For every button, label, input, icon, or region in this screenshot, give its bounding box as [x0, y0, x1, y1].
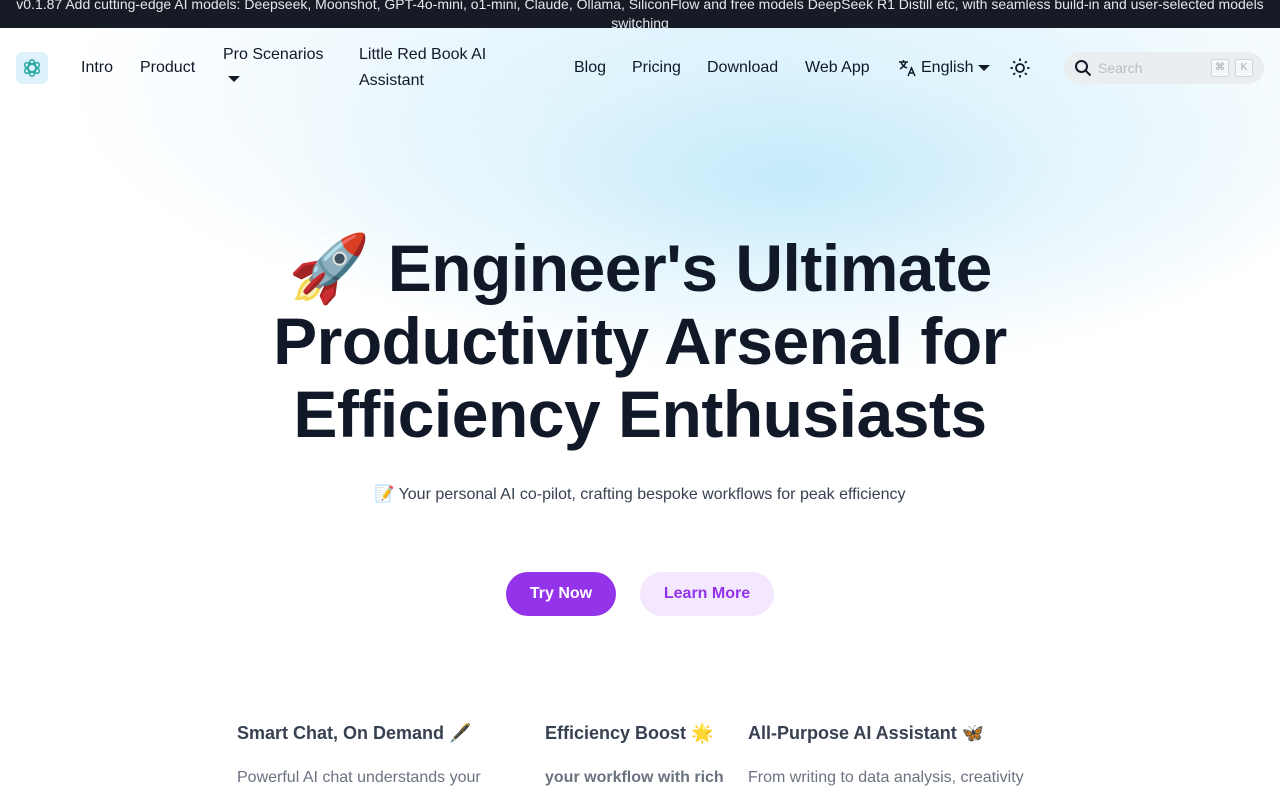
nav-pricing[interactable]: Pricing — [632, 55, 681, 81]
learn-more-button[interactable]: Learn More — [640, 572, 774, 616]
language-selector[interactable]: English — [897, 55, 991, 81]
feature-title: Efficiency Boost 🌟 — [545, 720, 735, 746]
openai-logo-icon — [23, 59, 41, 77]
search-icon — [1075, 60, 1092, 77]
nav-web-app[interactable]: Web App — [805, 55, 870, 81]
language-label: English — [921, 59, 974, 76]
announcement-banner[interactable]: v0.1.87 Add cutting-edge AI models: Deep… — [0, 0, 1280, 28]
feature-title-text: Smart Chat, On Demand — [237, 723, 445, 743]
try-now-button[interactable]: Try Now — [506, 572, 616, 616]
shortcut-k-key: K — [1235, 59, 1253, 77]
nav-intro[interactable]: Intro — [81, 55, 113, 81]
shortcut-cmd-key: ⌘ — [1211, 59, 1229, 77]
chevron-down-icon — [228, 76, 240, 82]
feature-title: Smart Chat, On Demand 🖋️ — [237, 720, 527, 746]
memo-icon: 📝 — [374, 486, 395, 503]
feature-title-text: Efficiency Boost — [545, 723, 687, 743]
hero-title-line-1: Engineer's Ultimate — [387, 231, 993, 305]
feature-title: All-Purpose AI Assistant 🦋 — [748, 720, 1048, 746]
sun-icon — [1010, 58, 1030, 78]
feature-description: From writing to data analysis, creativit… — [748, 769, 1024, 786]
hero-title-line-3: Efficiency Enthusiasts — [293, 377, 987, 451]
nav-little-red-book[interactable]: Little Red Book AI Assistant — [359, 42, 509, 94]
nav-pro-scenarios[interactable]: Pro Scenarios — [223, 42, 324, 88]
nav-download[interactable]: Download — [707, 55, 778, 81]
hero-title: 🚀 Engineer's Ultimate Productivity Arsen… — [0, 232, 1280, 451]
star-icon: 🌟 — [691, 723, 714, 743]
feature-card: Efficiency Boost 🌟 your workflow with ri… — [545, 720, 735, 790]
pen-icon: 🖋️ — [449, 723, 472, 743]
translate-icon — [899, 60, 916, 77]
site-logo[interactable] — [16, 52, 48, 84]
nav-blog[interactable]: Blog — [574, 55, 606, 81]
theme-toggle[interactable] — [1009, 57, 1031, 88]
top-navbar: Intro Product Pro Scenarios Little Red B… — [0, 28, 1280, 108]
feature-description: your workflow with rich — [545, 769, 724, 786]
feature-description: Powerful AI chat understands your — [237, 769, 481, 786]
search-input[interactable] — [1098, 60, 1208, 76]
announcement-text: v0.1.87 Add cutting-edge AI models: Deep… — [16, 0, 1264, 28]
hero-subtitle-text: Your personal AI co-pilot, crafting besp… — [398, 486, 906, 503]
rocket-icon: 🚀 — [288, 231, 370, 305]
hero-title-line-2: Productivity Arsenal for — [273, 304, 1007, 378]
feature-card: Smart Chat, On Demand 🖋️ Powerful AI cha… — [237, 720, 527, 790]
hero-subtitle: 📝 Your personal AI co-pilot, crafting be… — [0, 484, 1280, 504]
search-box[interactable]: ⌘ K — [1064, 52, 1264, 84]
nav-pro-scenarios-label: Pro Scenarios — [223, 46, 324, 63]
nav-product[interactable]: Product — [140, 55, 195, 81]
butterfly-icon: 🦋 — [961, 723, 985, 743]
feature-title-text: All-Purpose AI Assistant — [748, 723, 957, 743]
chevron-down-icon — [978, 65, 991, 71]
feature-card: All-Purpose AI Assistant 🦋 From writing … — [748, 720, 1048, 790]
